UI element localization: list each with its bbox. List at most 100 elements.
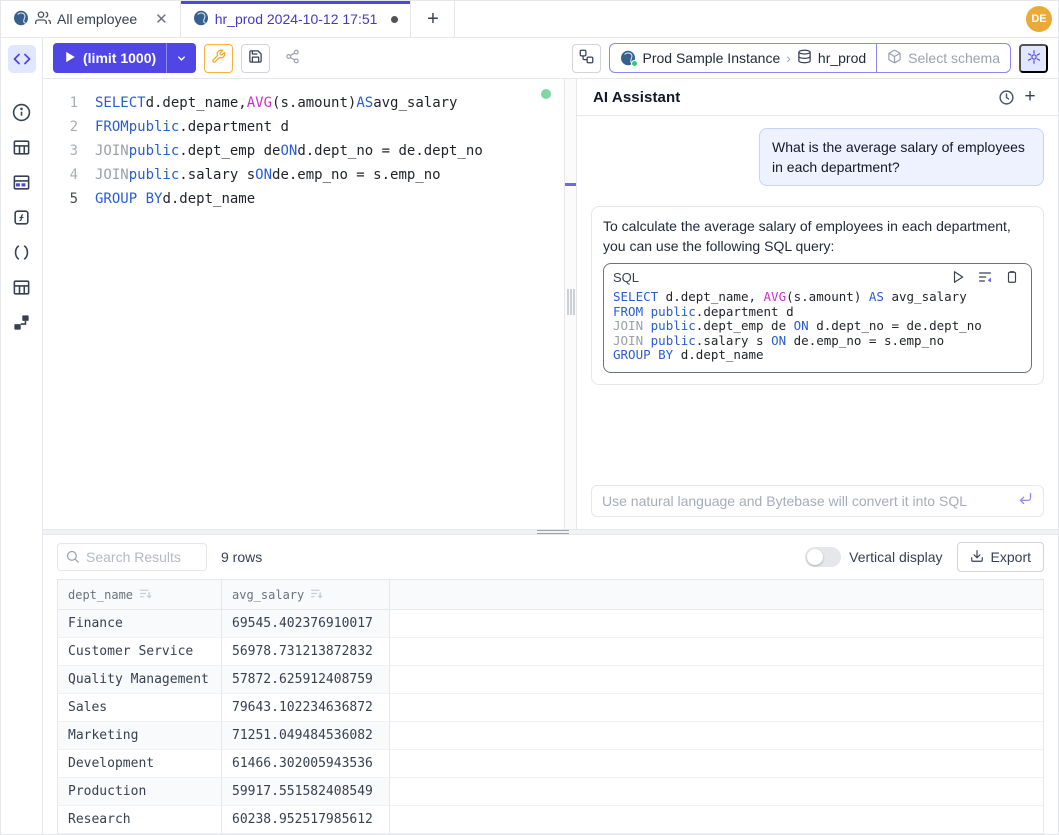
run-options-chevron[interactable]: [166, 43, 196, 73]
history-clock-icon[interactable]: [994, 85, 1018, 109]
cell-avg-salary[interactable]: 57872.625912408759: [222, 666, 390, 693]
editor-toolbar: (limit 1000): [43, 38, 1058, 79]
instance-database-selector[interactable]: Prod Sample Instance › hr_prod: [610, 44, 876, 72]
run-query-button[interactable]: (limit 1000): [53, 43, 196, 73]
cell-dept-name[interactable]: Marketing: [58, 722, 222, 749]
sidebar-item-info[interactable]: [8, 98, 36, 126]
table-row[interactable]: Development61466.302005943536: [58, 750, 1043, 778]
cell-avg-salary[interactable]: 61466.302005943536: [222, 750, 390, 777]
run-button-label: (limit 1000): [83, 50, 156, 66]
cell-dept-name[interactable]: Development: [58, 750, 222, 777]
sidebar-item-sql-editor[interactable]: [8, 45, 36, 73]
sidebar-item-data[interactable]: [8, 168, 36, 196]
table-row[interactable]: Marketing71251.049484536082: [58, 722, 1043, 750]
column-header-avg-salary[interactable]: avg_salary: [222, 580, 390, 609]
vertical-display-label: Vertical display: [849, 549, 942, 565]
save-icon: [248, 49, 263, 67]
cell-avg-salary[interactable]: 69545.402376910017: [222, 610, 390, 637]
wrench-icon: [211, 49, 226, 67]
tab-hr-prod[interactable]: hr_prod 2024-10-12 17:51: [181, 1, 412, 37]
cell-avg-salary[interactable]: 79643.102234636872: [222, 694, 390, 721]
schema-selector[interactable]: Select schema: [876, 44, 1010, 72]
sidebar-item-views[interactable]: [8, 273, 36, 301]
play-icon: [65, 50, 76, 66]
table-row[interactable]: Research60238.952517985612: [58, 806, 1043, 834]
vertical-display-toggle[interactable]: [805, 547, 841, 567]
panel-resize-handle-vertical[interactable]: [564, 79, 577, 529]
table-row[interactable]: Sales79643.102234636872: [58, 694, 1043, 722]
column-label: dept_name: [68, 588, 133, 602]
enter-key-icon: [1018, 491, 1033, 511]
info-icon: [12, 103, 31, 122]
users-icon: [35, 10, 51, 29]
cube-icon: [887, 49, 902, 67]
new-tab-button[interactable]: +: [411, 1, 455, 37]
cell-avg-salary[interactable]: 71251.049484536082: [222, 722, 390, 749]
insert-into-editor-icon[interactable]: [975, 268, 995, 286]
save-sheet-button[interactable]: [241, 44, 270, 73]
cell-dept-name[interactable]: Customer Service: [58, 638, 222, 665]
cell-dept-name[interactable]: Finance: [58, 610, 222, 637]
search-results-box: [57, 543, 207, 571]
export-label: Export: [991, 549, 1031, 565]
connection-picker: Prod Sample Instance › hr_prod Select sc…: [609, 43, 1011, 73]
ai-assistant-toggle-button[interactable]: [1019, 44, 1048, 73]
cell-dept-name[interactable]: Research: [58, 806, 222, 833]
cell-avg-salary[interactable]: 60238.952517985612: [222, 806, 390, 833]
cell-dept-name[interactable]: Sales: [58, 694, 222, 721]
close-tab-icon[interactable]: ✕: [155, 10, 168, 28]
database-icon: [797, 49, 812, 67]
row-count-label: 9 rows: [221, 549, 262, 565]
run-code-icon[interactable]: [948, 268, 968, 286]
tab-all-employee[interactable]: All employee ✕: [1, 1, 181, 37]
sidebar-item-schema-diagram[interactable]: [8, 308, 36, 336]
user-message-bubble: What is the average salary of employees …: [759, 128, 1044, 186]
sql-code-block: SQL: [603, 263, 1032, 373]
table-row[interactable]: Quality Management57872.625912408759: [58, 666, 1043, 694]
share-sheet-button[interactable]: [278, 44, 307, 73]
ai-assistant-header: AI Assistant +: [577, 79, 1058, 116]
ai-input-container: [591, 485, 1044, 517]
postgres-icon: [13, 10, 29, 29]
status-green-dot: [631, 60, 638, 67]
table-row[interactable]: Finance69545.402376910017: [58, 610, 1043, 638]
results-table: dept_name avg_salary: [57, 579, 1044, 834]
export-button[interactable]: Export: [957, 542, 1044, 572]
schema-explorer-button[interactable]: [572, 44, 601, 73]
table-row[interactable]: Customer Service56978.731213872832: [58, 638, 1043, 666]
tab-bar: All employee ✕ hr_prod 2024-10-12 17:51 …: [1, 1, 1058, 38]
ai-assistant-title: AI Assistant: [593, 89, 680, 106]
divider-indicator: [565, 183, 576, 186]
sidebar-item-tables[interactable]: [8, 133, 36, 161]
column-header-dept-name[interactable]: dept_name: [58, 580, 222, 609]
assistant-message-bubble: To calculate the average salary of emplo…: [591, 206, 1044, 385]
table-row[interactable]: Production59917.551582408549: [58, 778, 1043, 806]
new-chat-plus-icon[interactable]: +: [1018, 85, 1042, 109]
tab-label: hr_prod 2024-10-12 17:51: [215, 11, 378, 27]
sidebar-item-procedures[interactable]: [8, 238, 36, 266]
table-icon: [12, 138, 31, 157]
cell-dept-name[interactable]: Quality Management: [58, 666, 222, 693]
ai-chat-area: What is the average salary of employees …: [577, 116, 1058, 485]
user-avatar[interactable]: DE: [1026, 6, 1052, 32]
table-icon: [12, 278, 31, 297]
divider-grip-icon: [537, 530, 569, 534]
format-sql-button[interactable]: [204, 44, 233, 73]
copy-code-icon[interactable]: [1002, 268, 1022, 286]
tab-label: All employee: [57, 11, 137, 27]
chevron-right-icon: ›: [786, 50, 791, 66]
results-table-body: Finance69545.402376910017 Customer Servi…: [58, 610, 1043, 834]
sidebar-item-functions[interactable]: [8, 203, 36, 231]
cell-dept-name[interactable]: Production: [58, 778, 222, 805]
cell-avg-salary[interactable]: 59917.551582408549: [222, 778, 390, 805]
panel-resize-handle-horizontal[interactable]: [43, 529, 1058, 535]
editor-status-dot: [541, 89, 551, 99]
ai-natural-language-input[interactable]: [602, 493, 1018, 509]
cell-avg-salary[interactable]: 56978.731213872832: [222, 638, 390, 665]
code-icon: [13, 50, 31, 68]
results-table-header: dept_name avg_salary: [58, 580, 1043, 610]
sql-editor-app: All employee ✕ hr_prod 2024-10-12 17:51 …: [0, 0, 1059, 835]
toggle-knob: [807, 549, 823, 565]
ai-assistant-panel: AI Assistant + What is the average salar…: [577, 79, 1058, 529]
sql-code-editor[interactable]: 1SELECT d.dept_name, AVG(s.amount) AS av…: [43, 79, 564, 529]
